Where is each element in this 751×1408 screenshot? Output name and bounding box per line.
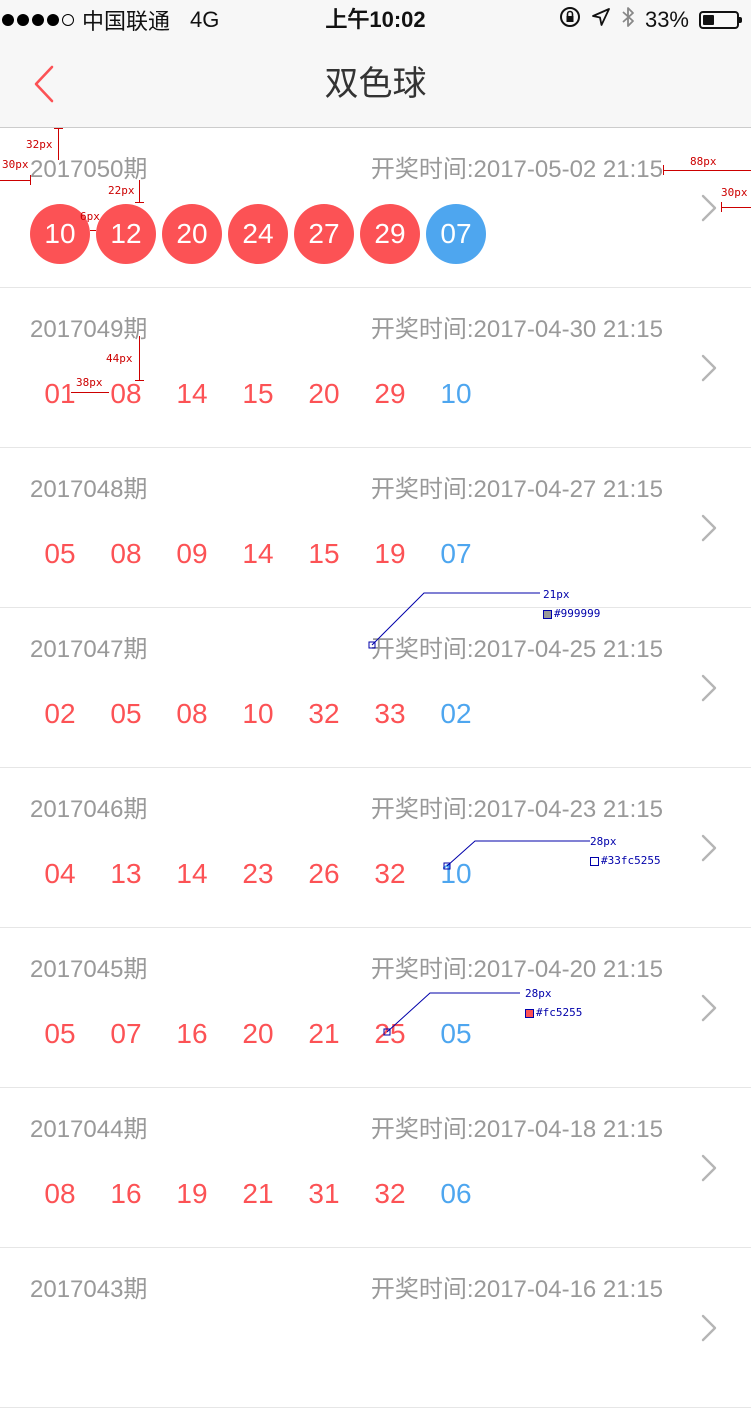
annotation-time-font-size: 21px (543, 588, 570, 601)
annotation-leader-lines (368, 592, 590, 1036)
annotation-blue-font-size: 28px (590, 835, 617, 848)
annotation-red-color: #fc5255 (525, 1006, 582, 1019)
annotation-time-color: #999999 (543, 607, 600, 620)
annotation-red-font-size: 28px (525, 987, 552, 1000)
annotation-blue-color: #33fc5255 (590, 854, 661, 867)
